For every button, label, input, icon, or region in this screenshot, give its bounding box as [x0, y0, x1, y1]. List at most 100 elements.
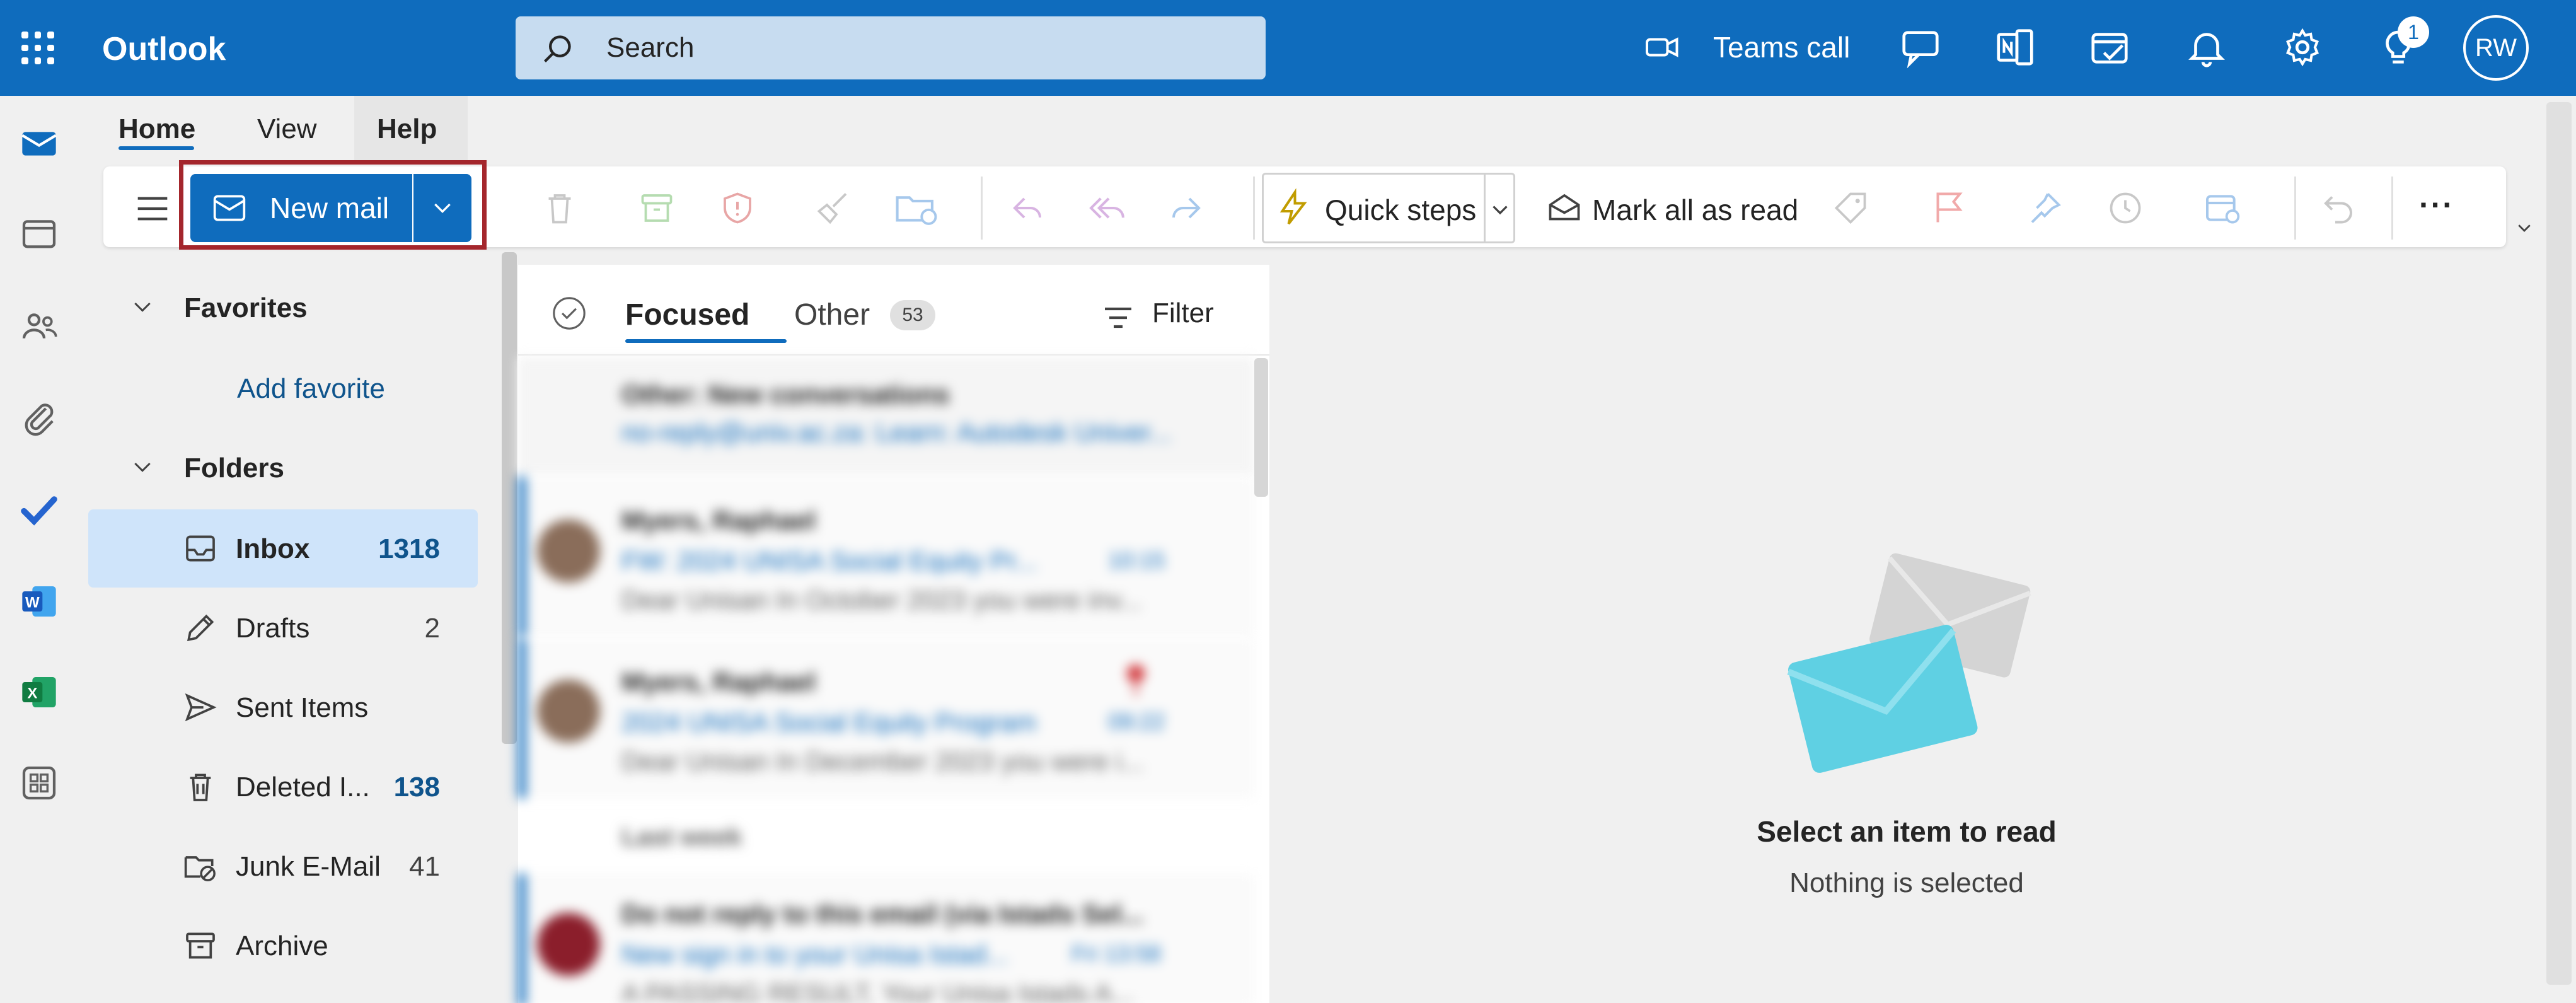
pin-icon[interactable]	[2026, 187, 2064, 229]
folder-name: Junk E-Mail	[236, 851, 381, 882]
teams-call-button[interactable]: Teams call	[1713, 30, 1850, 64]
date-section-header: Last week	[621, 823, 742, 851]
calendar-icon[interactable]	[19, 213, 59, 253]
word-icon[interactable]: W	[19, 581, 59, 622]
focused-tab-underline	[625, 339, 787, 343]
search-box[interactable]	[516, 16, 1266, 79]
app-launcher-icon[interactable]	[18, 28, 58, 68]
ribbon-collapse-chevron-icon[interactable]	[2515, 218, 2534, 237]
chat-icon[interactable]	[1898, 25, 1943, 69]
account-avatar[interactable]: RW	[2463, 15, 2529, 81]
calendar-check-icon[interactable]	[2088, 25, 2132, 69]
empty-mailbox-illustration-icon	[1787, 553, 2031, 773]
unread-indicator	[518, 874, 526, 1003]
message-sender: Other: New conversations	[621, 380, 950, 409]
folder-drafts[interactable]: Drafts 2	[88, 589, 478, 667]
folder-sent-items[interactable]: Sent Items	[88, 668, 478, 746]
archive-icon[interactable]	[638, 187, 676, 229]
app-title[interactable]: Outlook	[102, 30, 226, 68]
tab-other[interactable]: Other	[794, 298, 870, 332]
quick-steps-divider	[1484, 173, 1486, 243]
select-all-check-icon[interactable]	[551, 295, 587, 332]
reply-all-icon[interactable]	[1088, 187, 1129, 229]
chevron-down-icon[interactable]	[1489, 198, 1511, 221]
reading-pane-title: Select an item to read	[1757, 815, 2057, 848]
toolbar-separator	[2294, 177, 2296, 240]
message-time: Fri 13:58	[1071, 941, 1162, 966]
filter-button[interactable]: Filter	[1152, 298, 1214, 329]
rules-icon[interactable]	[2202, 187, 2243, 229]
folder-deleted-items[interactable]: Deleted I... 138	[88, 748, 478, 826]
delete-icon[interactable]	[541, 187, 579, 229]
pencil-icon	[187, 614, 214, 642]
folder-archive[interactable]: Archive	[88, 907, 478, 985]
list-item[interactable]: Myers, Raphael 2024 UNISA Social Equity …	[518, 638, 1254, 798]
tag-icon[interactable]	[1832, 187, 1869, 229]
folder-junk-email[interactable]: Junk E-Mail 41	[88, 827, 478, 905]
folder-name: Archive	[236, 931, 328, 961]
message-list: Focused Other 53 Filter Other: New conve…	[518, 265, 1269, 1003]
filter-icon[interactable]	[1100, 300, 1136, 335]
message-list-scrollbar[interactable]	[1254, 358, 1268, 497]
message-subject: no-reply@univ.ac.za: Learn: Autodesk Uni…	[621, 417, 1172, 447]
message-subject: New sign in to your Unisa Istad...	[621, 939, 1008, 969]
folders-header[interactable]: Folders	[184, 453, 284, 484]
message-preview: Dear Unisan In October 2023 you were inv…	[621, 585, 1142, 615]
todo-icon[interactable]	[19, 489, 59, 530]
excel-icon[interactable]: X	[19, 672, 59, 712]
chevron-down-icon[interactable]	[130, 454, 155, 479]
more-options-button[interactable]: ···	[2419, 187, 2454, 223]
tab-home[interactable]: Home	[108, 108, 205, 150]
message-time: 09:22	[1108, 709, 1165, 734]
list-item[interactable]: Other: New conversations no-reply@univ.a…	[518, 357, 1254, 475]
folder-pane-scrollbar[interactable]	[502, 252, 517, 744]
avatar	[537, 913, 600, 976]
report-icon[interactable]	[719, 187, 756, 229]
sweep-icon[interactable]	[814, 187, 852, 229]
reading-pane-subtitle: Nothing is selected	[1789, 867, 2024, 898]
tab-help[interactable]: Help	[367, 108, 447, 150]
toolbar-separator	[1253, 177, 1255, 240]
gear-icon[interactable]	[2280, 25, 2325, 69]
flag-icon[interactable]	[1930, 187, 1968, 229]
tips-badge: 1	[2398, 16, 2429, 48]
bell-icon[interactable]	[2185, 25, 2229, 69]
folder-name: Deleted I...	[236, 772, 370, 803]
top-bar: Outlook Teams call 1 RW	[0, 0, 2576, 96]
tab-focused[interactable]: Focused	[625, 298, 749, 332]
scrollbar-thumb[interactable]	[2546, 102, 2572, 985]
favorites-header[interactable]: Favorites	[184, 293, 308, 324]
video-camera-icon[interactable]	[1644, 25, 1682, 69]
pin-icon	[1127, 664, 1145, 696]
message-sender: Myers, Raphael	[621, 667, 816, 697]
quick-steps-label[interactable]: Quick steps	[1325, 193, 1476, 227]
tab-view[interactable]: View	[247, 108, 327, 150]
page-scrollbar[interactable]	[2541, 96, 2576, 1003]
mark-all-read-button[interactable]: Mark all as read	[1592, 193, 1798, 227]
mail-icon[interactable]	[19, 124, 59, 164]
reply-icon[interactable]	[1008, 187, 1046, 229]
chevron-down-icon[interactable]	[130, 294, 155, 319]
forward-icon[interactable]	[1167, 187, 1205, 229]
search-input[interactable]	[606, 16, 1211, 79]
envelope-icon	[213, 195, 246, 221]
toolbar-separator	[2391, 177, 2393, 240]
move-to-folder-icon[interactable]	[894, 187, 939, 229]
paperclip-icon[interactable]	[19, 398, 59, 439]
list-item[interactable]: Do not reply to this email (via Istads S…	[518, 874, 1254, 1003]
onenote-icon[interactable]	[1993, 25, 2037, 69]
new-mail-dropdown[interactable]	[413, 174, 471, 242]
folder-name: Inbox	[236, 533, 310, 564]
hamburger-menu-icon[interactable]	[135, 193, 170, 224]
mail-read-icon[interactable]	[1545, 187, 1583, 229]
message-preview: A PASSING RESULT, Your Unisa Istads A...	[621, 978, 1135, 1003]
message-list-header: Focused Other 53 Filter	[518, 265, 1269, 356]
clock-icon[interactable]	[2106, 187, 2144, 229]
folder-inbox[interactable]: Inbox 1318	[88, 509, 478, 588]
more-apps-icon[interactable]	[19, 763, 59, 803]
list-item[interactable]: Myers, Raphael FW: 2024 UNISA Social Equ…	[518, 477, 1254, 637]
add-favorite-link[interactable]: Add favorite	[237, 373, 385, 405]
svg-text:X: X	[27, 685, 37, 702]
undo-icon[interactable]	[2319, 187, 2357, 229]
people-icon[interactable]	[19, 306, 59, 347]
